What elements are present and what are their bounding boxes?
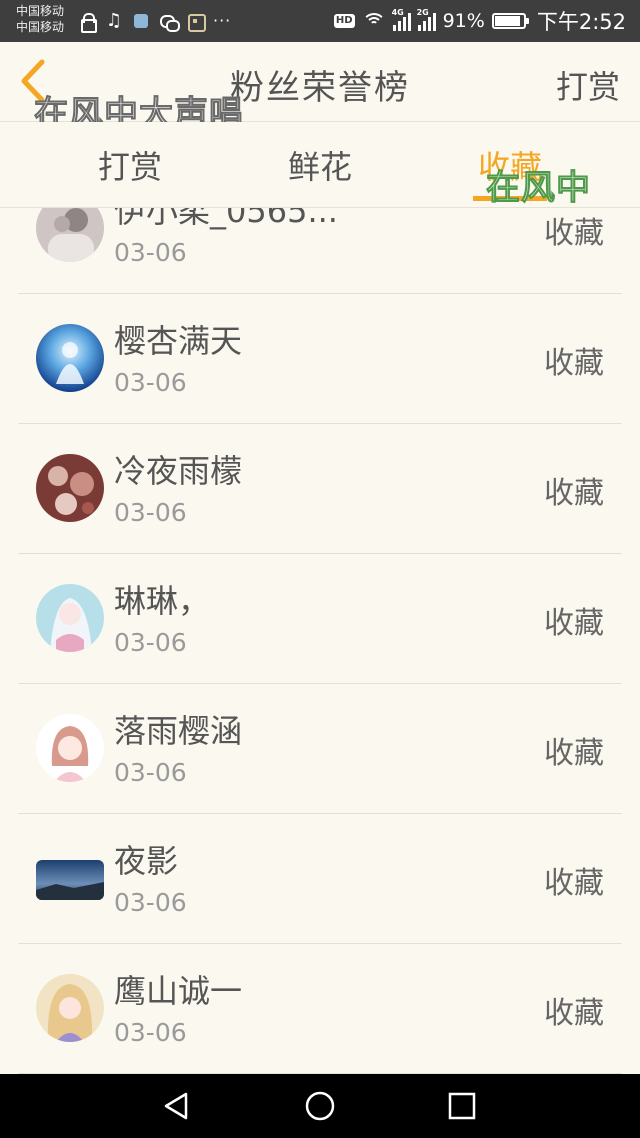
fan-name: 冷夜雨檬: [114, 452, 243, 490]
fan-name: 鹰山诚一: [114, 972, 243, 1010]
title-bar: 粉丝荣誉榜 打赏 在风中大声唱: [0, 42, 640, 135]
battery-percent: 91%: [442, 10, 485, 32]
navigation-bar: [0, 1074, 640, 1138]
avatar: [36, 860, 104, 900]
nav-recents-button[interactable]: [446, 1090, 478, 1122]
battery-level-fill: [494, 16, 520, 26]
fan-action: 收藏: [544, 216, 604, 251]
list-item[interactable]: 伊小柔_0565... 03-06 收藏: [18, 208, 622, 294]
signal-icon-1: 4G: [391, 8, 411, 31]
avatar: [36, 324, 104, 392]
fan-list[interactable]: 伊小柔_0565... 03-06 收藏 樱杏满天 03-06 收藏 冷夜雨檬 …: [0, 208, 640, 1074]
notification-icons: ♫ ···: [78, 10, 232, 33]
carrier-2: 中国移动: [16, 20, 65, 34]
hd-badge: HD: [333, 14, 355, 28]
nav-back-button[interactable]: [160, 1090, 192, 1122]
fan-list-content: 伊小柔_0565... 03-06 收藏 樱杏满天 03-06 收藏 冷夜雨檬 …: [0, 208, 640, 1074]
fan-date: 03-06: [114, 368, 187, 397]
fan-date: 03-06: [114, 888, 187, 917]
nav-home-button[interactable]: [304, 1090, 336, 1122]
network-type-2: 2G: [416, 8, 429, 17]
fan-action: 收藏: [544, 346, 604, 381]
app-notification-icon: [132, 12, 150, 30]
carrier-info: 中国移动 中国移动: [16, 3, 64, 35]
fan-date: 03-06: [114, 498, 187, 527]
battery-icon: [491, 13, 529, 29]
fan-action: 收藏: [544, 866, 604, 901]
status-bar: 中国移动 中国移动 ♫ ··· HD 4G 2G 91% 下午2:52: [0, 0, 640, 42]
avatar: [36, 714, 104, 782]
network-type-1: 4G: [391, 8, 404, 17]
circle-home-icon: [305, 1091, 335, 1121]
fan-date: 03-06: [114, 758, 187, 787]
fan-action: 收藏: [544, 606, 604, 641]
fan-action: 收藏: [544, 996, 604, 1031]
music-icon: ♫: [105, 10, 123, 31]
tip-button[interactable]: 打赏: [556, 62, 620, 108]
tab-tip[interactable]: 打赏: [70, 142, 190, 188]
fan-name: 樱杏满天: [114, 322, 243, 360]
avatar: [36, 454, 104, 522]
avatar: [36, 974, 104, 1042]
list-item[interactable]: 落雨樱涵 03-06 收藏: [18, 684, 622, 814]
fan-date: 03-06: [114, 238, 187, 267]
avatar: [36, 584, 104, 652]
fan-name: 琳琳，: [114, 582, 211, 620]
list-item[interactable]: 樱杏满天 03-06 收藏: [18, 294, 622, 424]
fan-name: 落雨樱涵: [114, 712, 243, 750]
tab-bar: 打赏 鲜花 收藏 在风中: [0, 122, 640, 209]
more-notifications-icon: ···: [213, 11, 232, 30]
wifi-icon: [361, 11, 386, 31]
fan-name: 夜影: [114, 842, 179, 880]
fan-name: 伊小柔_0565...: [114, 208, 338, 230]
system-indicators: HD 4G 2G 91% 下午2:52: [333, 8, 626, 34]
list-item[interactable]: 琳琳， 03-06 收藏: [18, 554, 622, 684]
signal-icon-2: 2G: [416, 8, 436, 31]
list-item[interactable]: 鹰山诚一 03-06 收藏: [18, 944, 622, 1074]
tab-flowers[interactable]: 鲜花: [260, 142, 380, 188]
carrier-1: 中国移动: [16, 4, 65, 18]
fan-action: 收藏: [544, 476, 604, 511]
list-item[interactable]: 冷夜雨檬 03-06 收藏: [18, 424, 622, 554]
fan-action: 收藏: [544, 736, 604, 771]
triangle-back-icon: [164, 1092, 188, 1120]
fan-date: 03-06: [114, 1018, 187, 1047]
watermark-text-2: 在风中: [486, 168, 591, 209]
square-recents-icon: [448, 1092, 476, 1120]
avatar: [36, 208, 104, 262]
lock-icon: [78, 12, 97, 33]
list-item[interactable]: 夜影 03-06 收藏: [18, 814, 622, 944]
app-notification-icon-2: [186, 12, 206, 32]
wechat-icon: [159, 12, 180, 32]
fan-date: 03-06: [114, 628, 187, 657]
clock: 下午2:52: [536, 10, 626, 34]
